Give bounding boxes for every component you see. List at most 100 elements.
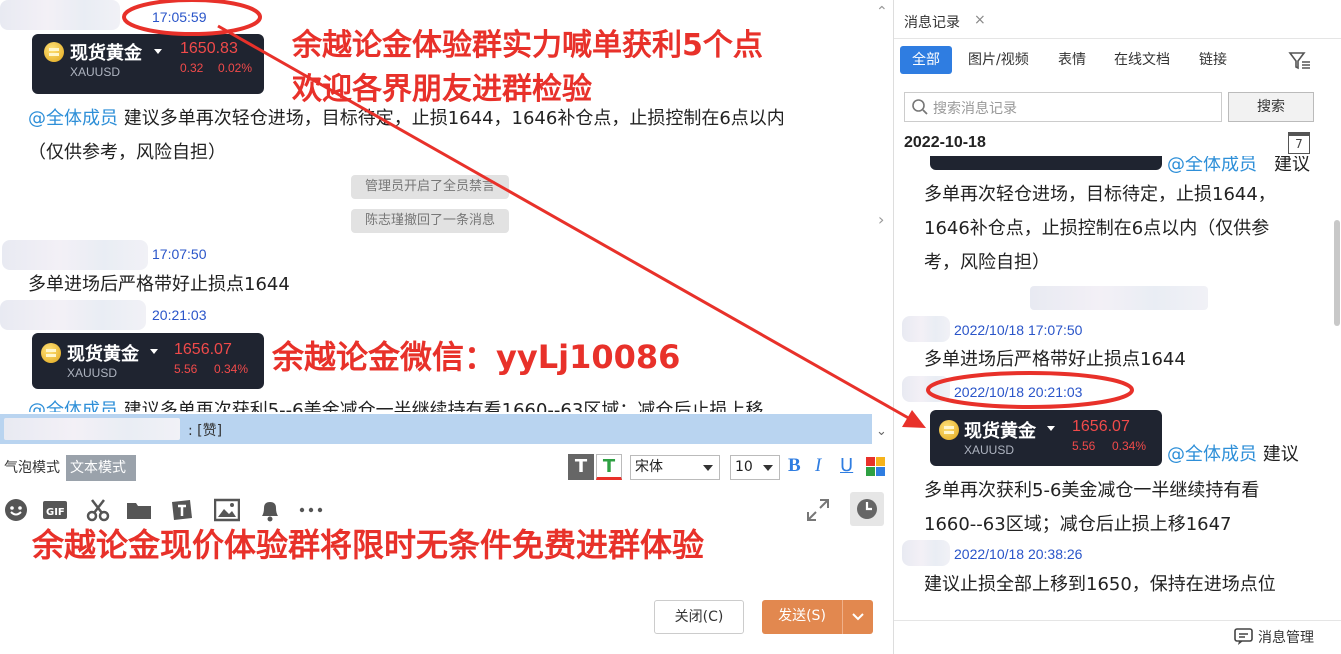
quote-symbol: XAUUSD <box>67 366 118 380</box>
history-message: 多单再次轻仓进场，目标待定，止损1644， <box>924 184 1276 205</box>
chevron-down-icon <box>154 49 162 54</box>
message-text: 建议 <box>1257 444 1299 465</box>
calendar-icon[interactable]: 7 <box>1288 132 1310 154</box>
annotation-text: 欢迎各界朋友进群检验 <box>292 72 592 107</box>
quote-change: 5.56 <box>1072 439 1096 453</box>
sender-avatar-blurred <box>0 0 120 30</box>
message-time: 2022/10/18 17:07:50 <box>954 322 1083 338</box>
message-time: 17:05:59 <box>152 9 207 25</box>
system-notice-blurred <box>1030 286 1208 310</box>
panel-tab[interactable]: 消息记录 × <box>894 0 994 40</box>
annotation-text: 余越论金现价体验群将限时无条件免费进群体验 <box>32 526 705 564</box>
history-message: 建议止损全部上移到1650，保持在进场点位 <box>924 574 1276 595</box>
message-manage-label: 消息管理 <box>1258 630 1314 646</box>
font-color-icon[interactable]: T <box>596 454 622 480</box>
mention-all[interactable]: @全体成员 <box>28 108 118 129</box>
mention-all[interactable]: @全体成员 <box>1167 156 1257 176</box>
quote-price: 1650.83 <box>180 40 238 57</box>
filter-icon[interactable] <box>1288 50 1312 76</box>
history-list[interactable]: @全体成员 建议 多单再次轻仓进场，目标待定，止损1644， 1646补仓点，止… <box>894 156 1334 618</box>
color-palette-icon[interactable] <box>866 457 886 477</box>
gold-coin-icon <box>939 420 959 440</box>
send-button[interactable]: 发送(S) <box>762 600 842 634</box>
scrollbar[interactable] <box>1334 220 1340 326</box>
history-message: 考，风险自担） <box>924 252 1050 273</box>
chat-message-cont: （仅供参考，风险自担） <box>28 142 226 163</box>
date-header: 2022-10-18 <box>904 134 986 151</box>
quote-price: 1656.07 <box>174 341 232 358</box>
sender-avatar-blurred <box>902 376 950 402</box>
quote-symbol: XAUUSD <box>964 443 1015 457</box>
sender-avatar-blurred <box>0 300 146 330</box>
chevron-down-icon <box>703 465 713 471</box>
font-family-select[interactable]: 宋体 <box>630 455 720 480</box>
panel-tab-title: 消息记录 <box>904 15 960 31</box>
quote-symbol: XAUUSD <box>70 65 121 79</box>
quote-name: 现货黄金 <box>964 421 1036 442</box>
filter-tab-docs[interactable]: 在线文档 <box>1102 46 1182 74</box>
quote-card-xauusd[interactable]: 现货黄金 XAUUSD 1650.83 0.32 0.02% <box>32 34 264 94</box>
search-box[interactable]: 搜索消息记录 <box>904 92 1222 122</box>
quote-change: 5.56 <box>174 362 198 376</box>
system-notice: 管理员开启了全员禁言 <box>351 175 510 199</box>
underline-icon[interactable]: U <box>840 455 853 476</box>
annotation-text: 余越论金微信：yyLj10086 <box>272 338 681 376</box>
sender-avatar-blurred <box>2 240 148 270</box>
close-button[interactable]: 关闭(C) <box>654 600 744 634</box>
quote-change: 0.32 <box>180 61 204 75</box>
collapse-icon[interactable]: ⌃ <box>876 4 888 20</box>
quote-card-xauusd[interactable]: 现货黄金 XAUUSD 1656.07 5.56 0.34% <box>930 410 1162 466</box>
search-input[interactable]: 搜索消息记录 <box>933 98 1017 118</box>
search-button[interactable]: 搜索 <box>1228 92 1314 122</box>
annotation-text: 余越论金体验群实力喊单获利5个点 <box>292 28 763 63</box>
history-message: 多单再次获利5-6美金减仓一半继续持有看 <box>924 480 1260 501</box>
emoji-icon[interactable] <box>4 498 30 524</box>
filter-tab-all[interactable]: 全部 <box>900 46 952 74</box>
history-message: 1660--63区域；减仓后止损上移1647 <box>924 514 1232 535</box>
gold-coin-icon <box>41 343 61 363</box>
message-time: 17:07:50 <box>152 246 207 262</box>
bold-icon[interactable]: B <box>788 455 801 477</box>
calendar-day: 7 <box>1295 137 1303 151</box>
close-reply-icon[interactable]: ⌄ <box>876 424 887 439</box>
quote-card-xauusd[interactable]: 现货黄金 XAUUSD 1656.07 5.56 0.34% <box>32 333 264 389</box>
close-icon[interactable]: × <box>974 12 986 28</box>
filter-tab-links[interactable]: 链接 <box>1187 46 1239 74</box>
quote-name: 现货黄金 <box>67 344 139 365</box>
quote-reply-bar[interactable]: : [赞] <box>0 414 872 444</box>
expand-panel-icon[interactable]: › <box>878 210 884 229</box>
history-message: @全体成员 建议 <box>1167 438 1299 472</box>
gold-coin-icon <box>44 42 64 62</box>
system-notice: 陈志瑾撤回了一条消息 <box>351 209 510 233</box>
history-message: 1646补仓点，止损控制在6点以内（仅供参 <box>924 218 1270 239</box>
message-history-panel: 消息记录 × 全部 图片/视频 表情 在线文档 链接 搜索消息记录 搜索 202… <box>893 0 1341 654</box>
filter-tab-media[interactable]: 图片/视频 <box>956 46 1041 74</box>
chevron-down-icon <box>763 465 773 471</box>
expand-editor-icon[interactable] <box>806 498 832 524</box>
chat-window: 17:05:59 现货黄金 XAUUSD 1650.83 0.32 0.02% … <box>0 0 892 654</box>
font-style-icon[interactable]: T <box>568 454 594 480</box>
message-time: 2022/10/18 20:38:26 <box>954 546 1083 562</box>
mention-all[interactable]: @全体成员 <box>28 400 118 412</box>
chat-message: 多单进场后严格带好止损点1644 <box>28 274 290 295</box>
message-text: 建议多单再次轻仓进场，目标待定，止损1644，1646补仓点，止损控制在6点以内 <box>118 108 785 129</box>
chat-bubble-icon <box>1234 628 1253 645</box>
send-options-button[interactable] <box>842 600 873 634</box>
history-clock-icon[interactable] <box>850 492 884 526</box>
search-icon <box>912 99 928 115</box>
font-family-value: 宋体 <box>635 459 663 475</box>
quoted-sender-blurred <box>4 418 180 440</box>
font-size-value: 10 <box>735 459 753 475</box>
bubble-mode-button[interactable]: 气泡模式 <box>0 455 66 481</box>
sender-avatar-blurred <box>902 316 950 342</box>
chevron-down-icon <box>1047 426 1055 431</box>
quote-name: 现货黄金 <box>70 43 142 64</box>
svg-text:GIF: GIF <box>46 507 65 518</box>
chevron-down-icon <box>852 613 864 621</box>
font-size-select[interactable]: 10 <box>730 455 780 480</box>
quote-card-partial <box>930 156 1162 170</box>
filter-tab-emoji[interactable]: 表情 <box>1046 46 1098 74</box>
text-mode-button[interactable]: 文本模式 <box>66 455 136 481</box>
italic-icon[interactable]: I <box>815 455 821 477</box>
mention-all[interactable]: @全体成员 <box>1167 444 1257 465</box>
